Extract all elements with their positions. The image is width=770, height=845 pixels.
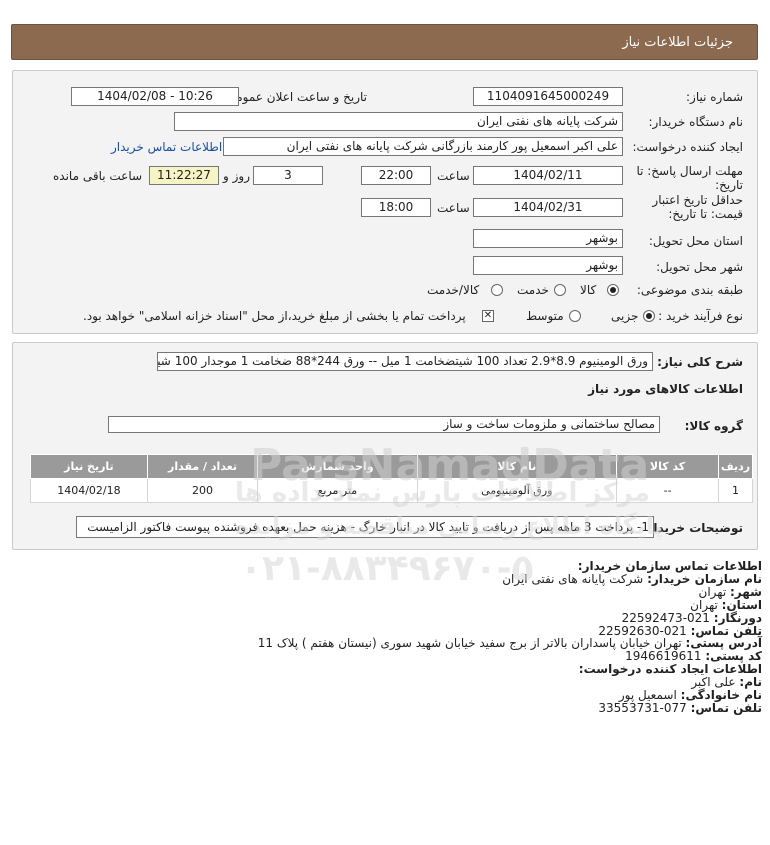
creator-label: ایجاد کننده درخواست:: [632, 140, 743, 154]
need-number-field: 1104091645000249: [473, 87, 623, 106]
cell-row: 1: [718, 478, 753, 503]
creator-last-name-label: نام خانوادگی:: [680, 688, 762, 703]
contact-province: تهران: [690, 597, 718, 612]
contact-postal-label: کد پستی:: [705, 649, 762, 664]
creator-phone-row: تلفن تماس: 077-33553731: [22, 702, 762, 715]
col-unit: واحد شمارش: [257, 454, 418, 479]
creator-section-row: اطلاعات ایجاد کننده درخواست:: [22, 663, 762, 676]
contact-city-row: شهر: تهران: [22, 584, 762, 599]
process-radio-minor[interactable]: [643, 310, 655, 322]
contact-address: تهران خیابان پاسداران بالاتر از برج سفید…: [257, 636, 682, 651]
buyer-notes-label: توضیحات خریدار:: [641, 521, 743, 535]
category-radio-goods-service[interactable]: [491, 284, 503, 296]
category-radio-service[interactable]: [554, 284, 566, 296]
buyer-org-field: شرکت پایانه های نفتی ایران: [174, 112, 623, 131]
validity-time-field: 18:00: [361, 198, 431, 217]
contact-section-title: اطلاعات تماس سازمان خریدار:: [577, 559, 762, 573]
process-option-minor: جزیی: [611, 309, 639, 323]
col-date: تاریخ نیاز: [30, 454, 148, 479]
process-option-medium: متوسط: [526, 309, 564, 323]
table-header-row: ردیف کد کالا نام کالا واحد شمارش تعداد /…: [30, 454, 753, 479]
creator-first-name-label: نام:: [739, 675, 762, 690]
days-label: روز و: [223, 169, 250, 183]
category-option-service: خدمت: [517, 283, 549, 297]
need-details-panel: شرح کلی نیاز: ورق الومینیوم 8.9*2.9 تعدا…: [12, 342, 758, 550]
contact-org-label: نام سازمان خریدار:: [647, 571, 762, 586]
creator-first-name: علی اکبر: [691, 675, 736, 690]
days-field: 3: [253, 166, 323, 185]
announce-field: 1404/02/08 - 10:26: [71, 87, 239, 106]
contact-org-row: نام سازمان خریدار: شرکت پایانه های نفتی …: [22, 571, 762, 586]
summary-field: ورق الومینیوم 8.9*2.9 تعداد 100 شیتضخامت…: [157, 352, 653, 371]
contact-city-label: شهر:: [730, 584, 762, 599]
contact-city: تهران: [698, 584, 727, 599]
col-code: کد کالا: [616, 454, 720, 479]
summary-label: شرح کلی نیاز:: [657, 355, 743, 369]
category-radio-goods[interactable]: [607, 284, 619, 296]
city-label: شهر محل تحویل:: [656, 260, 743, 274]
validity-time-label: ساعت: [437, 201, 470, 215]
goods-table: ردیف کد کالا نام کالا واحد شمارش تعداد /…: [30, 454, 753, 503]
cell-unit: متر مربع: [257, 478, 418, 503]
need-info-panel: شماره نیاز: 1104091645000249 تاریخ و ساع…: [12, 70, 758, 334]
deadline-date-field: 1404/02/11: [473, 166, 623, 185]
contact-address-label: آدرس پستی:: [685, 636, 762, 651]
deadline-label-2: تاریخ:: [715, 178, 743, 192]
cell-name: ورق آلومینیومی: [416, 478, 618, 503]
validity-label-1: حداقل تاریخ اعتبار: [652, 193, 743, 207]
announce-label: تاریخ و ساعت اعلان عمومی:: [222, 90, 367, 104]
contact-postal: 1946619611: [625, 649, 702, 664]
col-row: ردیف: [718, 454, 753, 479]
cell-code: --: [616, 478, 720, 503]
page-header: جزئیات اطلاعات نیاز: [11, 24, 758, 60]
deadline-time-label: ساعت: [437, 169, 470, 183]
table-row: 1 -- ورق آلومینیومی متر مربع 200 1404/02…: [30, 478, 753, 503]
creator-last-name: اسمعیل پور: [618, 688, 677, 703]
category-option-goods-service: کالا/خدمت: [427, 283, 480, 297]
goods-info-title: اطلاعات کالاهای مورد نیاز: [588, 382, 743, 396]
creator-phone-label: تلفن تماس:: [690, 700, 762, 715]
buyer-notes-field: 1- پرداخت 3 ماهه پس از دریافت و تایید کا…: [76, 516, 654, 538]
goods-group-label: گروه کالا:: [684, 419, 743, 433]
page-title: جزئیات اطلاعات نیاز: [622, 35, 733, 50]
need-number-label: شماره نیاز:: [686, 90, 743, 104]
contact-fax: 021-22592473: [621, 610, 710, 625]
category-option-goods: کالا: [580, 283, 597, 297]
contact-fax-label: دورنگار:: [713, 610, 762, 625]
validity-label-2: قیمت: تا تاریخ:: [668, 207, 743, 221]
process-radio-medium[interactable]: [569, 310, 581, 322]
contact-province-label: استان:: [721, 597, 762, 612]
buyer-contact-link[interactable]: اطلاعات تماس خریدار: [111, 140, 222, 154]
creator-section-title: اطلاعات ایجاد کننده درخواست:: [578, 662, 762, 677]
creator-field: علی اکبر اسمعیل پور کارمند بازرگانی شرکت…: [223, 137, 623, 156]
process-label: نوع فرآیند خرید :: [658, 309, 743, 323]
contact-section: اطلاعات تماس سازمان خریدار: نام سازمان خ…: [22, 560, 762, 715]
province-field: بوشهر: [473, 229, 623, 248]
remaining-label: ساعت باقی مانده: [53, 169, 143, 183]
treasury-checkbox[interactable]: ✕: [482, 310, 494, 322]
col-name: نام کالا: [416, 454, 618, 479]
buyer-org-label: نام دستگاه خریدار:: [648, 115, 744, 129]
remaining-time-field: 11:22:27: [149, 166, 219, 185]
cell-qty: 200: [146, 478, 259, 503]
col-qty: تعداد / مقدار: [146, 454, 259, 479]
deadline-label-1: مهلت ارسال پاسخ: تا: [636, 164, 743, 178]
deadline-time-field: 22:00: [361, 166, 431, 185]
city-field: بوشهر: [473, 256, 623, 275]
category-label: طبقه بندی موضوعی:: [636, 283, 743, 297]
goods-group-field: مصالح ساختمانی و ملزومات ساخت و ساز: [108, 416, 660, 433]
cell-date: 1404/02/18: [30, 478, 148, 503]
validity-date-field: 1404/02/31: [473, 198, 623, 217]
contact-org: شرکت پایانه های نفتی ایران: [502, 571, 644, 586]
payment-note: پرداخت تمام یا بخشی از مبلغ خرید،از محل …: [83, 309, 466, 323]
province-label: استان محل تحویل:: [648, 234, 743, 248]
creator-phone: 077-33553731: [598, 700, 687, 715]
